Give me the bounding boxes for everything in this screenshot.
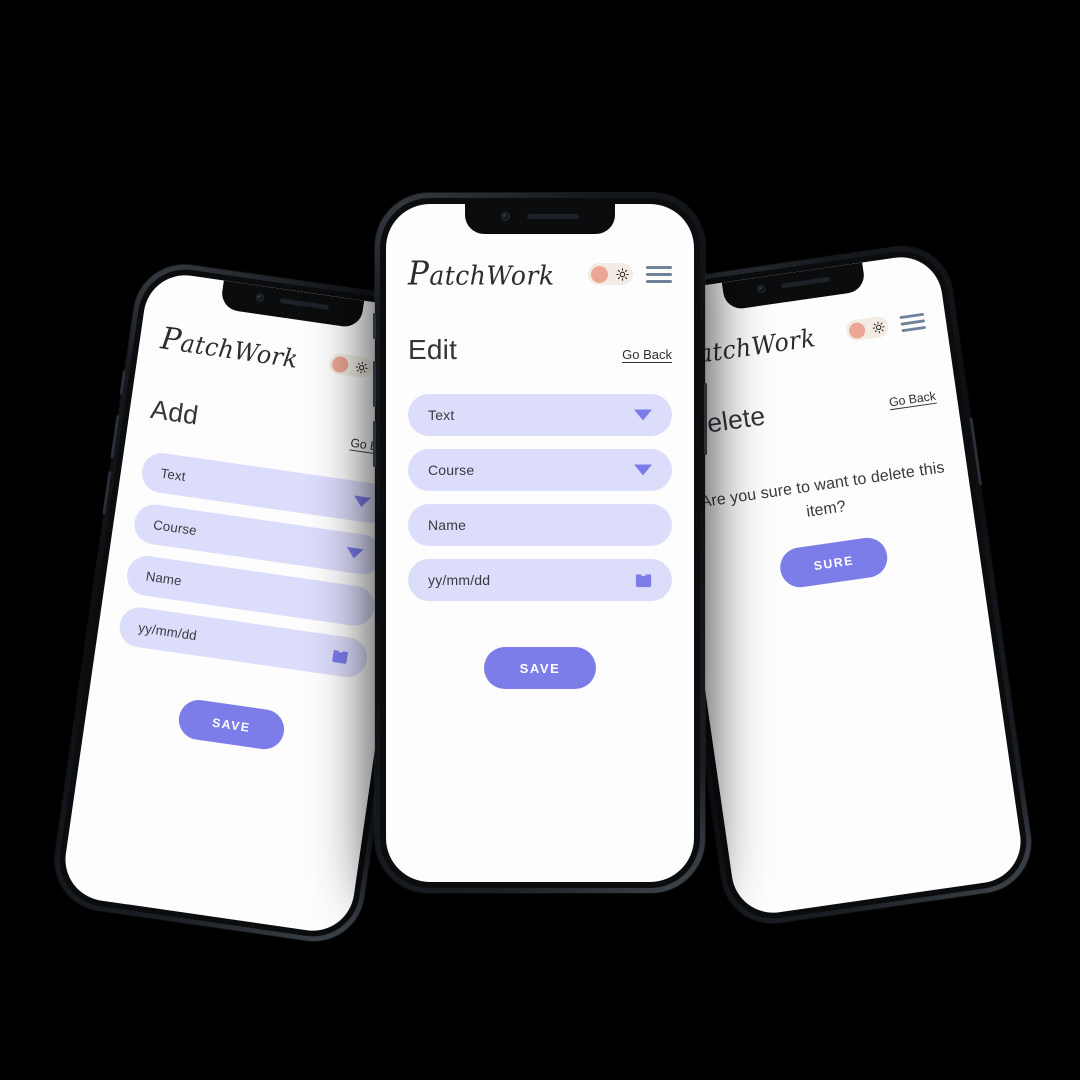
logo-initial: P — [408, 255, 430, 293]
app-screen-edit: PatchWork Edit Go Back Text Course Name … — [386, 204, 694, 882]
earpiece-speaker-icon — [527, 214, 579, 219]
field-text[interactable]: Text — [408, 394, 672, 436]
mockup-stage: PatchWork Add Go Back — [0, 0, 1080, 1080]
page-title-row: Edit Go Back — [408, 334, 672, 366]
phone-mockup-edit: PatchWork Edit Go Back Text Course Name … — [373, 193, 707, 893]
header-actions — [844, 310, 927, 342]
calendar-icon[interactable] — [331, 648, 349, 665]
page-title: Edit — [408, 334, 458, 365]
field-label: yy/mm/dd — [137, 619, 198, 644]
front-camera-icon — [756, 284, 767, 294]
go-back-link[interactable]: Go Back — [622, 347, 672, 362]
calendar-icon[interactable] — [635, 572, 652, 588]
sure-button[interactable]: SURE — [777, 535, 891, 590]
theme-toggle[interactable] — [588, 263, 633, 285]
phone-screen-edit: PatchWork Edit Go Back Text Course Name … — [386, 204, 694, 882]
theme-toggle[interactable] — [844, 315, 890, 342]
brand-logo: PatchWork — [159, 321, 301, 376]
hamburger-menu-icon[interactable] — [646, 265, 672, 283]
header-actions — [588, 263, 672, 285]
front-camera-icon — [501, 212, 510, 221]
display-notch — [465, 204, 615, 234]
field-course[interactable]: Course — [408, 449, 672, 491]
power-button[interactable] — [704, 383, 707, 455]
primary-action-row: SURE — [707, 525, 960, 600]
field-label: Text — [428, 407, 455, 423]
save-button[interactable]: SAVE — [175, 697, 288, 752]
volume-up-button[interactable] — [373, 361, 376, 407]
delete-confirm-message: Are you sure to want to delete this item… — [699, 458, 946, 521]
toggle-knob — [331, 354, 350, 374]
logo-rest: atchWork — [178, 328, 301, 374]
page-title-row: Add Go Back — [149, 394, 400, 460]
field-label: Name — [428, 517, 467, 533]
primary-action-row: SAVE — [408, 647, 672, 689]
theme-toggle[interactable] — [327, 352, 374, 379]
earpiece-speaker-icon — [781, 276, 831, 289]
silence-switch[interactable] — [119, 370, 126, 395]
chevron-down-icon[interactable] — [634, 409, 652, 421]
field-label: Course — [428, 462, 475, 478]
sun-icon — [355, 360, 369, 374]
toggle-knob — [591, 265, 608, 283]
brand-logo: PatchWork — [408, 255, 555, 293]
front-camera-icon — [255, 292, 265, 303]
hamburger-menu-icon[interactable] — [899, 312, 927, 332]
toggle-knob — [847, 320, 867, 340]
chevron-down-icon[interactable] — [352, 495, 372, 509]
field-date[interactable]: yy/mm/dd — [408, 559, 672, 601]
field-label: Name — [144, 568, 183, 589]
field-label: Course — [152, 516, 198, 539]
go-back-link[interactable]: Go Back — [888, 389, 937, 410]
form-fields: Text Course Name yy/mm/dd — [408, 394, 672, 601]
silence-switch[interactable] — [373, 313, 376, 339]
volume-down-button[interactable] — [373, 421, 376, 467]
page-title: Add — [148, 394, 201, 431]
primary-action-row: SAVE — [105, 687, 358, 762]
logo-rest: atchWork — [696, 323, 818, 369]
earpiece-speaker-icon — [279, 298, 330, 310]
save-button[interactable]: SAVE — [483, 647, 597, 689]
chevron-down-icon[interactable] — [634, 464, 652, 476]
sun-icon — [872, 320, 886, 334]
field-name[interactable]: Name — [408, 504, 672, 546]
form-fields: Text Course Name yy/mm/dd — [117, 450, 392, 680]
chevron-down-icon[interactable] — [345, 546, 364, 560]
field-label: yy/mm/dd — [428, 572, 491, 588]
logo-rest: atchWork — [429, 260, 555, 291]
sun-icon — [616, 267, 629, 281]
page-title-row: Delete Go Back — [686, 376, 937, 442]
field-label: Text — [159, 465, 187, 484]
